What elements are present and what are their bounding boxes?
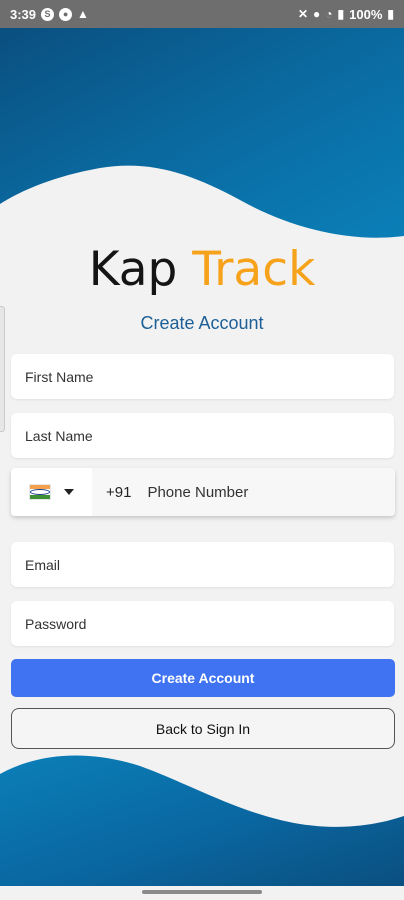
- country-code-picker[interactable]: [11, 468, 92, 516]
- status-bar-right: ✕ ● ◔ ▮ 100% ▮: [298, 7, 394, 22]
- warning-icon: ▲: [77, 7, 89, 21]
- last-name-input[interactable]: [11, 413, 394, 458]
- create-account-button[interactable]: Create Account: [11, 659, 395, 697]
- signal-icon: ▮: [337, 7, 345, 21]
- password-input[interactable]: [11, 601, 394, 646]
- navigation-bar: [0, 886, 404, 900]
- first-name-input[interactable]: [11, 354, 394, 399]
- india-flag-icon: [29, 485, 50, 499]
- app-logo: Kap Track: [0, 242, 404, 297]
- battery-level: 100%: [349, 6, 383, 22]
- mute-icon: ✕: [297, 7, 309, 21]
- password-field[interactable]: [11, 601, 394, 646]
- last-name-field[interactable]: [11, 413, 394, 458]
- logo-text-kap: Kap: [88, 242, 178, 297]
- home-gesture-handle[interactable]: [142, 890, 262, 894]
- status-time: 3:39: [10, 6, 37, 22]
- first-name-field[interactable]: [11, 354, 394, 399]
- email-input[interactable]: [11, 542, 394, 587]
- dial-code: +91: [106, 483, 132, 501]
- status-bar: 3:39 S ● ▲ ✕ ● ◔ ▮ 100% ▮: [0, 0, 404, 28]
- logo-text-track: Track: [192, 242, 316, 297]
- battery-icon: ▮: [387, 7, 394, 21]
- chevron-down-icon: [63, 489, 74, 495]
- phone-number-field[interactable]: +91: [11, 467, 395, 517]
- chrome-icon: ●: [59, 7, 73, 21]
- bottom-wave-decoration: [0, 755, 404, 886]
- wifi-icon: ◔: [325, 7, 333, 21]
- phone-number-input[interactable]: [145, 467, 395, 517]
- top-wave-decoration: [0, 28, 404, 238]
- skype-icon: S: [41, 7, 55, 21]
- status-bar-left: 3:39 S ● ▲: [10, 7, 89, 22]
- page-title: Create Account: [140, 313, 264, 333]
- back-to-sign-in-button[interactable]: Back to Sign In: [11, 708, 395, 749]
- email-field[interactable]: [11, 542, 394, 587]
- location-icon: ●: [313, 7, 321, 21]
